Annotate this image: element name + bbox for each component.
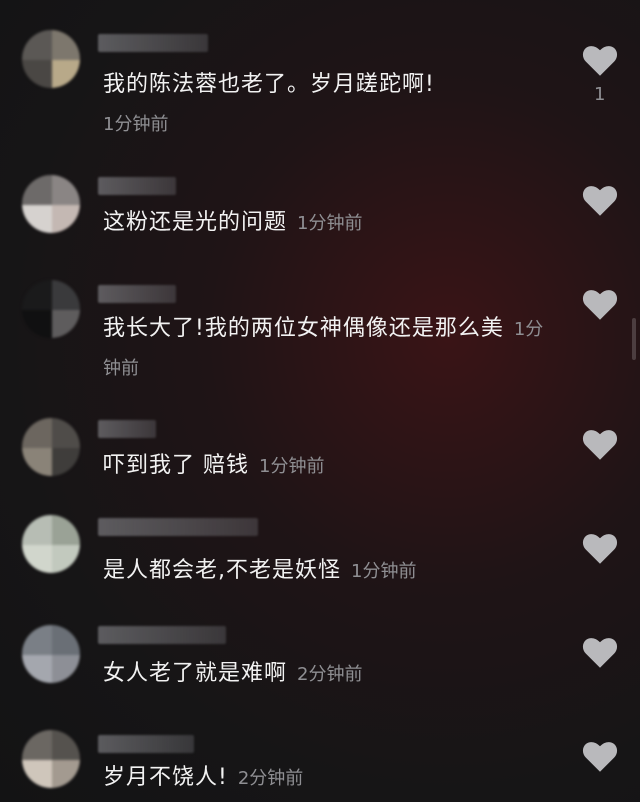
username-blurred[interactable] [98,420,156,438]
heart-icon [582,186,618,216]
username-blurred[interactable] [98,735,194,753]
like-button[interactable] [582,428,618,460]
comment-text: 我的陈法蓉也老了。岁月蹉跎啊! [103,72,435,97]
comment-time: 1分钟前 [259,456,325,477]
comment-text: 岁月不饶人! 2分钟前 [103,759,553,798]
like-button[interactable] [582,740,618,772]
heart-icon [582,534,618,564]
heart-icon [582,742,618,772]
avatar[interactable] [22,625,80,683]
comment-text: 我长大了!我的两位女神偶像还是那么美 1分钟前 [103,310,548,388]
heart-icon [582,46,618,76]
username-blurred[interactable] [98,285,176,303]
comment-text: 这粉还是光的问题 1分钟前 [103,204,553,243]
avatar[interactable] [22,175,80,233]
comment-time: 1分钟前 [297,213,363,234]
like-button[interactable] [582,288,618,320]
scrollbar[interactable] [632,318,636,360]
comment-text-body: 吓到我了 赔钱 [103,453,249,478]
like-button[interactable] [582,532,618,564]
comment-text-body: 我长大了!我的两位女神偶像还是那么美 [103,316,504,341]
like-button[interactable] [582,44,618,76]
avatar[interactable] [22,418,80,476]
comment-text-body: 是人都会老,不老是妖怪 [103,558,341,583]
comment-time: 2分钟前 [237,768,304,789]
username-blurred[interactable] [98,177,176,195]
comment-time: 2分钟前 [297,664,363,685]
like-button[interactable] [582,184,618,216]
comment-text: 是人都会老,不老是妖怪 1分钟前 [103,552,553,591]
comment-text-body: 岁月不饶人! [103,765,228,790]
comment-text-body: 女人老了就是难啊 [103,661,288,686]
comment-text: 女人老了就是难啊 2分钟前 [103,655,553,694]
heart-icon [582,430,618,460]
avatar[interactable] [22,515,80,573]
heart-icon [582,290,618,320]
comment-text-body: 这粉还是光的问题 [103,210,288,235]
like-button[interactable] [582,636,618,668]
username-blurred[interactable] [98,518,258,536]
like-count: 1 [594,84,606,105]
heart-icon [582,638,618,668]
avatar[interactable] [22,280,80,338]
avatar[interactable] [22,30,80,88]
comment-text: 吓到我了 赔钱 1分钟前 [103,447,553,486]
comment-time: 1分钟前 [103,114,169,135]
comment-time: 1分钟前 [351,561,417,582]
username-blurred[interactable] [98,626,226,644]
username-blurred[interactable] [98,34,208,52]
avatar[interactable] [22,730,80,788]
